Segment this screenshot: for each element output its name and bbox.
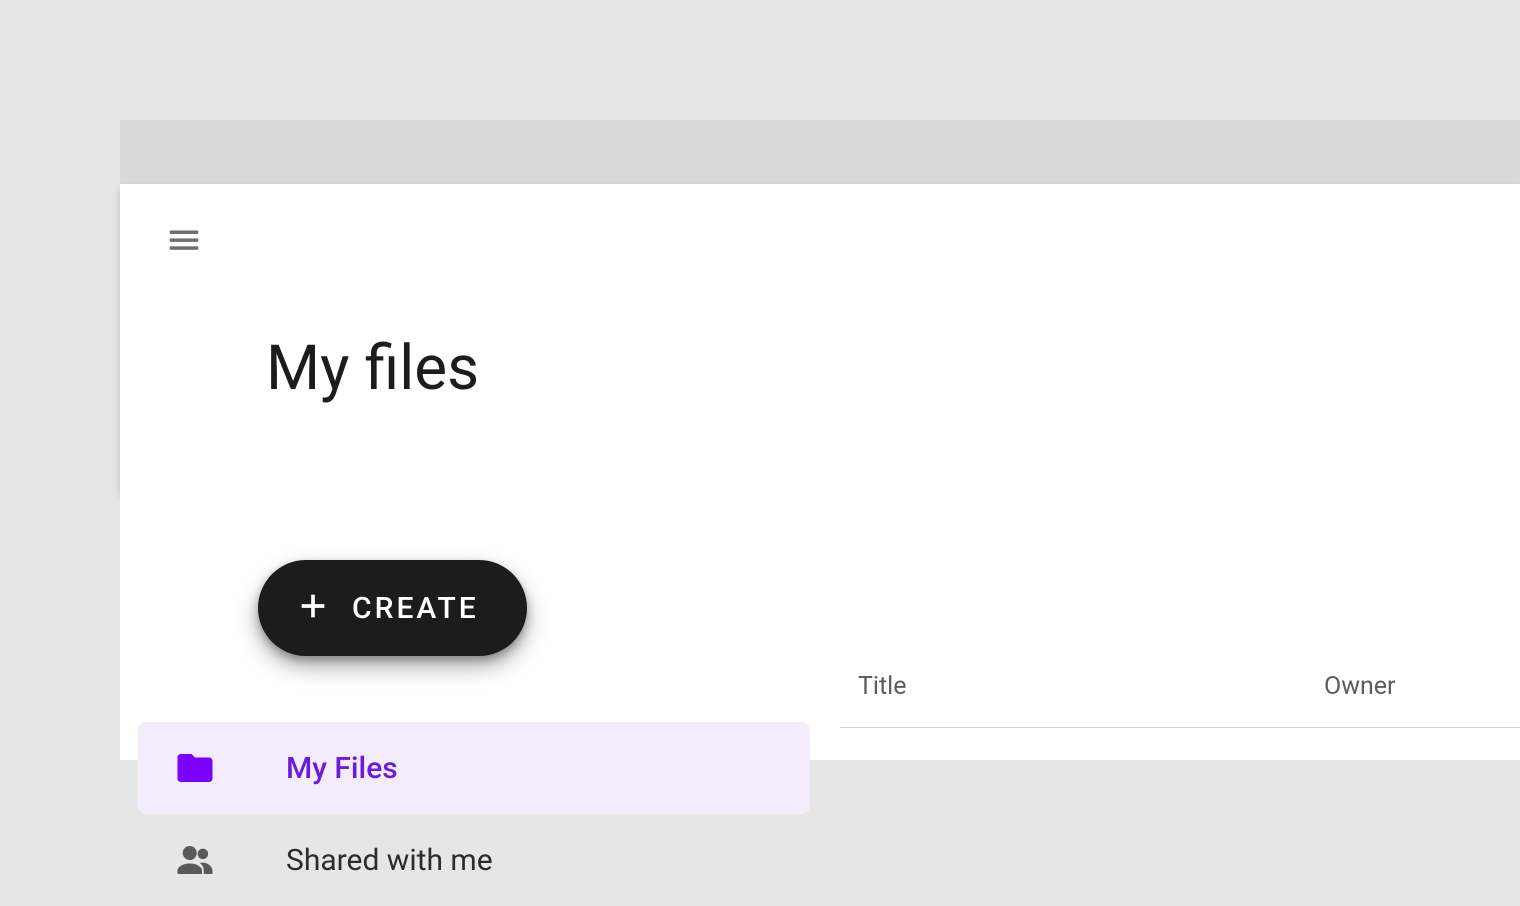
sidebar-item-label: My Files	[286, 751, 398, 786]
page-title: My files	[266, 332, 479, 405]
file-table: Title Owner Photos Sandra Adams	[840, 492, 1520, 760]
menu-button[interactable]	[160, 218, 208, 266]
folder-icon	[174, 747, 216, 789]
app-window: My files CREATE My Files Shared with me	[120, 120, 1520, 760]
create-button-label: CREATE	[352, 591, 479, 626]
table-row[interactable]: Photos Sandra Adams	[840, 728, 1520, 760]
window-titlebar	[120, 120, 1520, 184]
plus-icon	[296, 589, 330, 627]
create-button[interactable]: CREATE	[258, 560, 527, 656]
column-header-owner[interactable]: Owner	[1324, 672, 1396, 701]
sidebar-item-label: Shared with me	[286, 843, 493, 878]
column-header-title[interactable]: Title	[858, 672, 1324, 701]
top-app-bar: My files	[120, 184, 1520, 492]
people-icon	[174, 839, 216, 881]
menu-icon	[165, 221, 203, 263]
sidebar-item-my-files[interactable]: My Files	[138, 722, 810, 814]
table-header: Title Owner	[840, 672, 1520, 728]
sidebar-item-shared-with-me[interactable]: Shared with me	[138, 814, 810, 906]
